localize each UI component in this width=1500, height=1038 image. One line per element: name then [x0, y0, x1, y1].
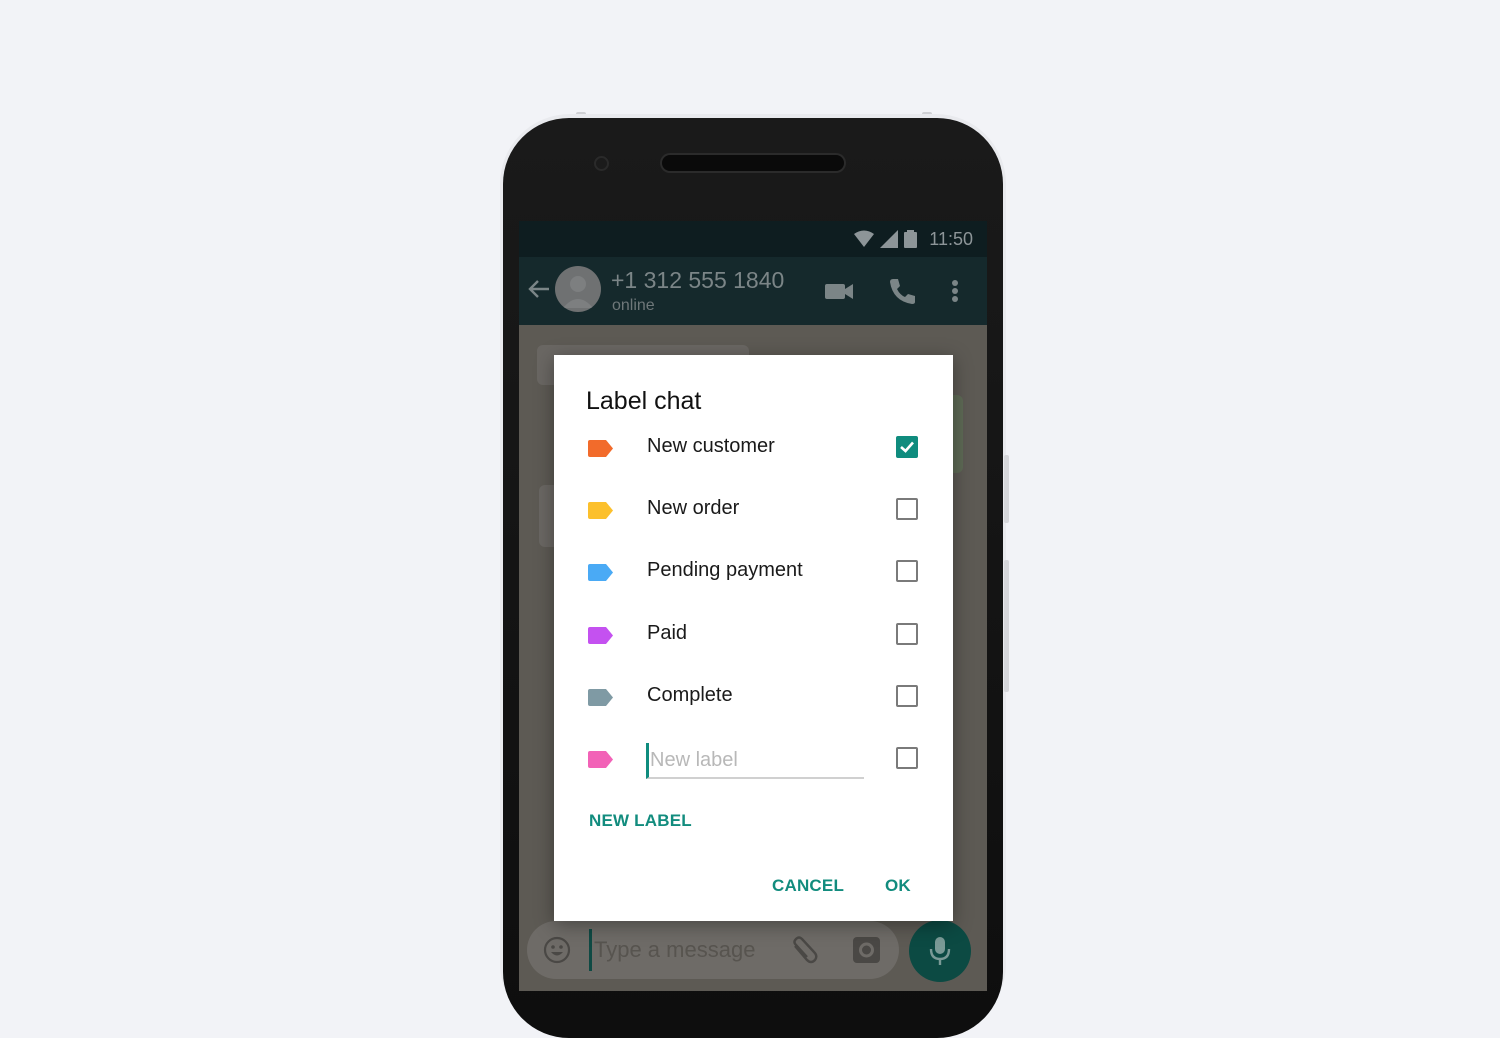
front-camera — [594, 156, 609, 171]
video-call-icon[interactable] — [824, 277, 854, 305]
signal-icon — [880, 230, 898, 248]
status-bar: 11:50 — [519, 221, 987, 257]
label-name: Complete — [647, 684, 733, 706]
label-tag-icon — [588, 689, 613, 706]
dialog-title: Label chat — [586, 387, 702, 415]
label-name: Pending payment — [647, 559, 803, 581]
status-time: 11:50 — [929, 229, 973, 249]
attach-icon[interactable] — [789, 936, 819, 966]
label-name: New order — [647, 497, 740, 519]
camera-icon[interactable] — [853, 937, 880, 963]
new-label-button[interactable]: NEW LABEL — [589, 811, 692, 831]
cancel-button[interactable]: CANCEL — [772, 876, 844, 896]
label-chat-dialog: Label chat New customer New order Pendin… — [554, 355, 953, 921]
label-row-new-customer[interactable]: New customer — [554, 422, 953, 478]
message-input[interactable] — [589, 929, 786, 971]
label-row-complete[interactable]: Complete — [554, 671, 953, 727]
label-tag-icon — [588, 502, 613, 519]
label-checkbox[interactable] — [896, 560, 918, 582]
phone-volume-button — [1004, 560, 1009, 692]
contact-name[interactable]: +1 312 555 1840 — [611, 267, 784, 294]
emoji-icon[interactable] — [543, 936, 571, 964]
contact-status: online — [612, 297, 655, 314]
battery-icon — [904, 230, 917, 248]
wifi-icon — [854, 230, 874, 247]
mic-icon — [929, 937, 951, 965]
label-tag-icon — [588, 440, 613, 457]
label-row-new-label-input — [554, 733, 953, 789]
back-arrow-icon[interactable] — [527, 277, 551, 301]
checkmark-icon — [900, 441, 914, 453]
mic-button[interactable] — [909, 920, 971, 982]
label-name: New customer — [647, 435, 775, 457]
label-checkbox[interactable] — [896, 747, 918, 769]
label-checkbox[interactable] — [896, 685, 918, 707]
label-name: Paid — [647, 622, 688, 644]
message-composer — [527, 921, 899, 979]
label-tag-icon — [588, 627, 613, 644]
earpiece-speaker — [662, 155, 844, 171]
more-vert-icon[interactable] — [947, 277, 963, 305]
label-row-pending-payment[interactable]: Pending payment — [554, 546, 953, 602]
phone-side-button — [1004, 455, 1009, 523]
avatar[interactable] — [555, 266, 601, 312]
new-label-input[interactable] — [646, 743, 864, 779]
label-tag-icon — [588, 564, 613, 581]
label-checkbox[interactable] — [896, 498, 918, 520]
chat-app-bar: +1 312 555 1840 online — [519, 257, 987, 325]
label-checkbox[interactable] — [896, 623, 918, 645]
phone-call-icon[interactable] — [887, 277, 917, 305]
label-checkbox[interactable] — [896, 436, 918, 458]
label-row-paid[interactable]: Paid — [554, 609, 953, 665]
ok-button[interactable]: OK — [885, 876, 911, 896]
label-row-new-order[interactable]: New order — [554, 484, 953, 540]
label-tag-icon — [588, 751, 613, 768]
